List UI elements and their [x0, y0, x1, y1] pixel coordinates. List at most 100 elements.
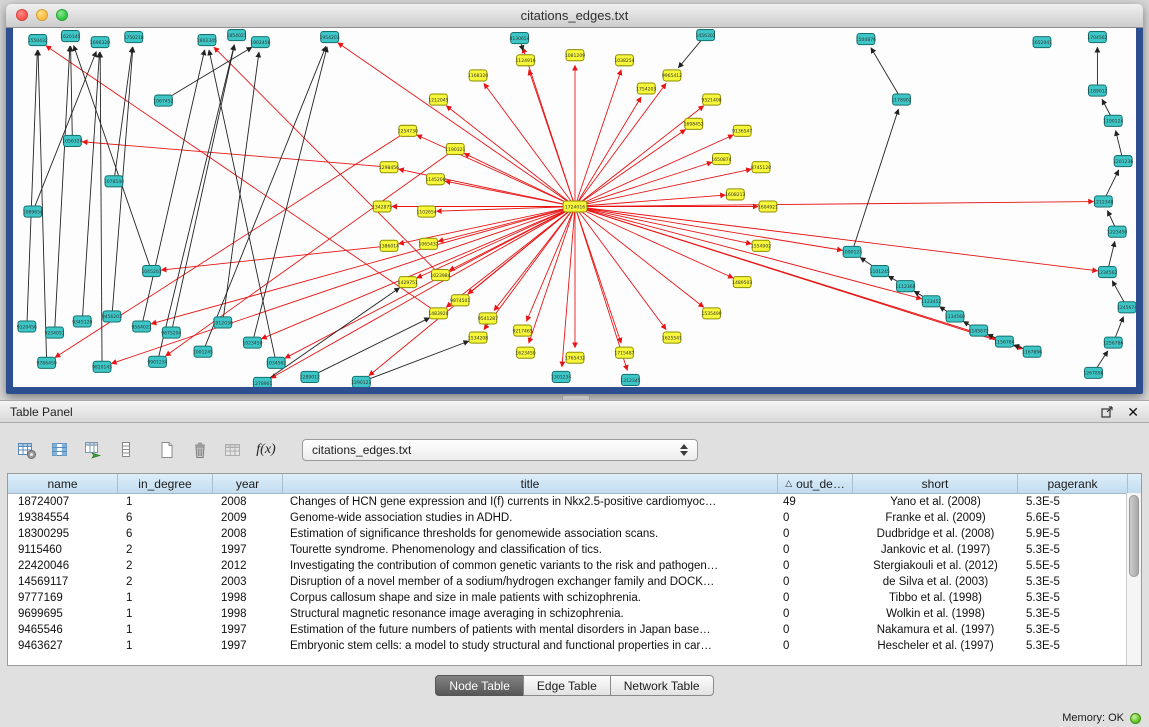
graph-node[interactable]: 1245674	[1117, 302, 1136, 313]
graph-node[interactable]: 1625541	[662, 332, 682, 343]
column-header-short[interactable]: short	[853, 474, 1018, 493]
graph-node[interactable]: 8745120	[751, 162, 771, 173]
table-row[interactable]: 1938455462009Genome-wide association stu…	[8, 510, 1141, 526]
graph-node[interactable]: 9521408	[701, 94, 721, 105]
column-header-pagerank[interactable]: pagerank	[1018, 474, 1128, 493]
graph-node[interactable]: 1554902	[751, 240, 771, 251]
graph-node[interactable]: 9120456	[17, 321, 37, 332]
graph-node[interactable]: 1342875	[372, 201, 392, 212]
table-row[interactable]: 1830029562008Estimation of significance …	[8, 526, 1141, 542]
table-row[interactable]: 911546021997Tourette syndrome. Phenomeno…	[8, 542, 1141, 558]
graph-node[interactable]: 1724016	[563, 201, 587, 212]
graph-node[interactable]: 1067452	[153, 95, 173, 106]
graph-node[interactable]: 1608213	[725, 189, 745, 200]
column-header-name[interactable]: name	[8, 474, 118, 493]
close-window-button[interactable]	[16, 9, 28, 21]
graph-node[interactable]: 1089654	[23, 206, 43, 217]
graph-node[interactable]: 1145208	[425, 174, 445, 185]
graph-node[interactable]: 1189012	[1087, 85, 1107, 96]
graph-node[interactable]: 1902456	[250, 37, 270, 48]
graph-node[interactable]: 1652041	[1032, 37, 1052, 48]
graph-node[interactable]: 1696320	[90, 37, 110, 48]
column-settings-button[interactable]	[14, 437, 40, 463]
table-row[interactable]: 946554611997Estimation of the future num…	[8, 622, 1141, 638]
graph-node[interactable]: 1765432	[565, 352, 585, 363]
graph-node[interactable]: 1112360	[895, 281, 915, 292]
graph-node[interactable]: 1954203	[320, 32, 340, 43]
graph-node[interactable]: 1234562	[1097, 266, 1117, 277]
graph-node[interactable]: 1278901	[252, 377, 272, 387]
graph-node[interactable]: 9820145	[92, 361, 112, 372]
graph-node[interactable]: 1023450	[242, 337, 262, 348]
graph-node[interactable]: 1023984	[430, 270, 450, 281]
graph-node[interactable]: 1045203	[141, 265, 161, 276]
graph-node[interactable]: 1012036	[213, 317, 233, 328]
graph-node[interactable]: 9136547	[732, 125, 752, 136]
graph-node[interactable]: 1715487	[614, 347, 634, 358]
graph-node[interactable]: 1212045	[428, 94, 448, 105]
graph-node[interactable]: 1134560	[945, 311, 965, 322]
graph-node[interactable]: 1101245	[870, 265, 890, 276]
graph-node[interactable]: 1178902	[891, 94, 911, 105]
toggle-columns-button[interactable]	[47, 437, 73, 463]
tab-node-table[interactable]: Node Table	[435, 675, 524, 696]
graph-node[interactable]: 1504876	[856, 34, 876, 45]
tab-edge-table[interactable]: Edge Table	[523, 675, 611, 696]
graph-node[interactable]: 1156784	[994, 336, 1014, 347]
column-header-title[interactable]: title	[283, 474, 778, 493]
network-canvas[interactable]: 1724016160492115549021489503153549016255…	[13, 28, 1136, 387]
graph-node[interactable]: 9217465	[512, 325, 532, 336]
import-table-button[interactable]	[220, 437, 246, 463]
graph-node[interactable]: 1201236	[1113, 156, 1133, 167]
graph-node[interactable]: 1223450	[1107, 226, 1127, 237]
graph-node[interactable]: 1102654	[416, 206, 436, 217]
graph-node[interactable]: 1550432	[28, 35, 48, 46]
graph-node[interactable]: 9786450	[37, 357, 57, 368]
graph-node[interactable]: 9965412	[662, 70, 682, 81]
graph-node[interactable]: 9345120	[72, 316, 92, 327]
graph-node[interactable]: 1090123	[842, 246, 862, 257]
graph-node[interactable]: 9234051	[44, 327, 64, 338]
graph-node[interactable]: 1698452	[684, 118, 704, 129]
graph-node[interactable]: 1301234	[551, 371, 571, 382]
graph-node[interactable]: 1124916	[515, 55, 535, 66]
zoom-window-button[interactable]	[56, 9, 68, 21]
graph-node[interactable]: 1298456	[379, 162, 399, 173]
column-header-year[interactable]: year	[213, 474, 283, 493]
graph-node[interactable]: 1034562	[266, 357, 286, 368]
graph-node[interactable]: 1456302	[696, 30, 716, 41]
minimize-window-button[interactable]	[36, 9, 48, 21]
graph-node[interactable]: 1650874	[711, 154, 731, 165]
table-scrollbar[interactable]	[1126, 493, 1141, 665]
graph-node[interactable]: 1212348	[1093, 196, 1113, 207]
close-panel-icon[interactable]: ✕	[1127, 405, 1139, 419]
scrollbar-thumb[interactable]	[1129, 495, 1139, 577]
graph-node[interactable]: 9456203	[102, 311, 122, 322]
graph-node[interactable]: 8130654	[509, 33, 529, 44]
graph-node[interactable]: 1854021	[227, 30, 247, 41]
new-table-button[interactable]	[154, 437, 180, 463]
graph-node[interactable]: 1256786	[1103, 337, 1123, 348]
delete-table-button[interactable]	[187, 437, 213, 463]
graph-node[interactable]: 1145672	[969, 325, 989, 336]
graph-node[interactable]: 1386014	[379, 240, 399, 251]
graph-node[interactable]: 1190321	[445, 143, 465, 154]
graph-node[interactable]: 1168320	[468, 70, 488, 81]
graph-node[interactable]: 1534208	[468, 332, 488, 343]
float-panel-icon[interactable]	[1101, 405, 1114, 418]
network-window-titlebar[interactable]: citations_edges.txt	[6, 4, 1143, 28]
table-selector-dropdown[interactable]: citations_edges.txt	[302, 439, 698, 461]
graph-node[interactable]: 1429751	[398, 277, 418, 288]
table-row[interactable]: 977716911998Corpus callosum shape and si…	[8, 590, 1141, 606]
graph-node[interactable]: 1290123	[351, 376, 371, 387]
graph-node[interactable]: 1167896	[1022, 346, 1042, 357]
column-header-in-degree[interactable]: in_degree	[118, 474, 213, 493]
graph-node[interactable]: 1190124	[1103, 115, 1123, 126]
graph-node[interactable]: 1535490	[701, 308, 721, 319]
graph-node[interactable]: 1623450	[515, 347, 535, 358]
graph-node[interactable]: 1620145	[60, 31, 80, 42]
graph-node[interactable]: 9874501	[450, 295, 470, 306]
graph-node[interactable]: 1312345	[620, 374, 640, 385]
graph-node[interactable]: 1254730	[398, 125, 418, 136]
graph-node[interactable]: 1483920	[428, 308, 448, 319]
